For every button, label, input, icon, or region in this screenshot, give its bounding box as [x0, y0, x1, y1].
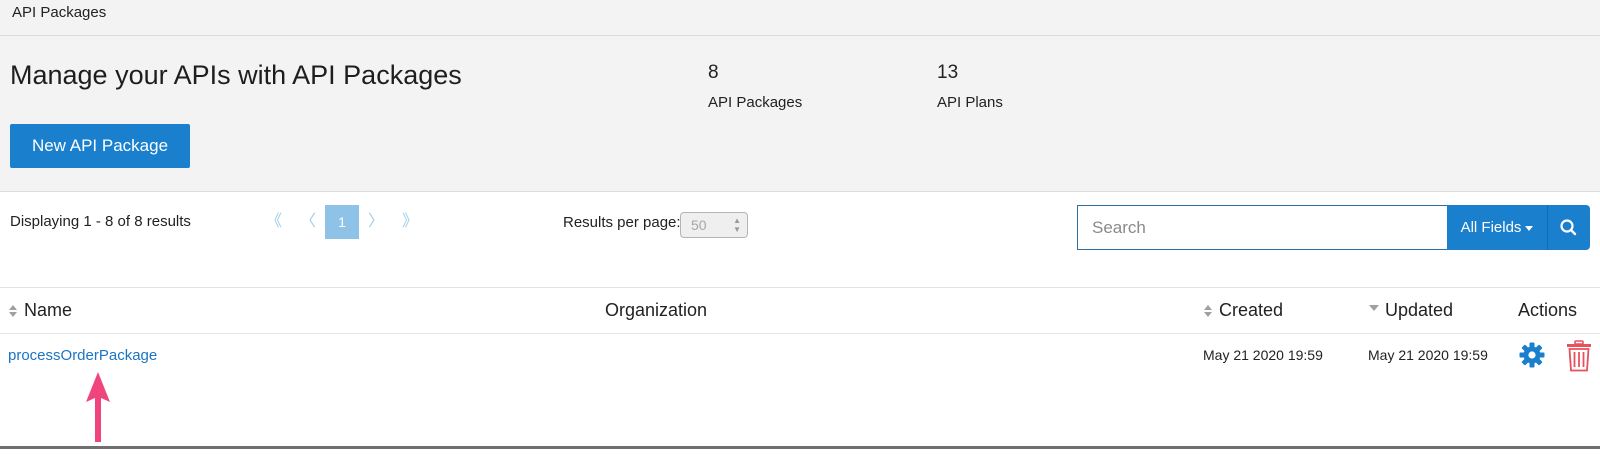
column-header-actions: Actions — [1518, 300, 1577, 321]
prev-page-button[interactable]: 〈 — [291, 205, 325, 239]
stat-value: 13 — [937, 62, 959, 83]
stat-api-packages: 8 API Packages — [708, 62, 802, 111]
breadcrumb-bar: API Packages — [0, 0, 1600, 36]
search-icon — [1560, 219, 1577, 236]
column-header-label: Organization — [605, 300, 708, 320]
column-header-label: Actions — [1518, 300, 1578, 320]
page: API Packages Manage your APIs with API P… — [0, 0, 1600, 454]
search-button[interactable] — [1548, 205, 1590, 250]
created-cell: May 21 2020 19:59 — [1203, 347, 1323, 363]
new-api-package-button[interactable]: New API Package — [10, 124, 190, 168]
all-fields-label: All Fields — [1460, 219, 1522, 236]
column-header-label: Name — [24, 300, 73, 320]
breadcrumb[interactable]: API Packages — [12, 4, 106, 21]
gear-icon[interactable] — [1518, 341, 1546, 369]
page-header: Manage your APIs with API Packages 8 API… — [0, 36, 1600, 192]
stat-label: API Plans — [937, 94, 1003, 111]
last-page-button[interactable]: 》 — [393, 205, 427, 239]
arrow-annotation — [86, 372, 110, 442]
package-name-link[interactable]: processOrderPackage — [8, 347, 157, 364]
first-page-button[interactable]: 《 — [257, 205, 291, 239]
stepper-arrows-icon: ▲ ▼ — [733, 216, 741, 234]
results-per-page-value: 50 — [691, 217, 707, 233]
results-toolbar: Displaying 1 - 8 of 8 results 《 〈 1 〉 》 … — [0, 192, 1600, 288]
next-page-button[interactable]: 〉 — [359, 205, 393, 239]
column-header-label: Updated — [1385, 300, 1454, 320]
caret-down-icon — [1525, 225, 1534, 231]
trash-icon[interactable] — [1566, 340, 1592, 372]
sort-icon — [1204, 305, 1212, 318]
table-header: Name Organization Created Updated Action… — [0, 288, 1600, 334]
search-input[interactable] — [1077, 205, 1447, 250]
name-cell: processOrderPackage — [8, 347, 157, 364]
stat-value: 8 — [708, 62, 719, 83]
sort-icon — [9, 305, 17, 318]
page-number-button[interactable]: 1 — [325, 205, 359, 239]
all-fields-dropdown[interactable]: All Fields — [1447, 205, 1548, 250]
sort-desc-icon — [1369, 305, 1379, 311]
column-header-name[interactable]: Name — [8, 300, 72, 321]
stat-api-plans: 13 API Plans — [937, 62, 1003, 111]
bottom-divider — [0, 446, 1600, 449]
results-per-page-label: Results per page: — [563, 214, 681, 231]
results-count: Displaying 1 - 8 of 8 results — [10, 213, 191, 230]
column-header-created[interactable]: Created — [1203, 300, 1283, 321]
column-header-updated[interactable]: Updated — [1369, 300, 1453, 321]
table-row: processOrderPackage May 21 2020 19:59 Ma… — [0, 334, 1600, 380]
page-title: Manage your APIs with API Packages — [10, 60, 462, 90]
column-header-label: Created — [1219, 300, 1284, 320]
results-per-page-select[interactable]: 50 ▲ ▼ — [680, 212, 748, 238]
updated-cell: May 21 2020 19:59 — [1368, 347, 1488, 363]
stat-label: API Packages — [708, 94, 803, 111]
pagination: 《 〈 1 〉 》 — [257, 205, 427, 239]
column-header-organization: Organization — [605, 300, 707, 321]
